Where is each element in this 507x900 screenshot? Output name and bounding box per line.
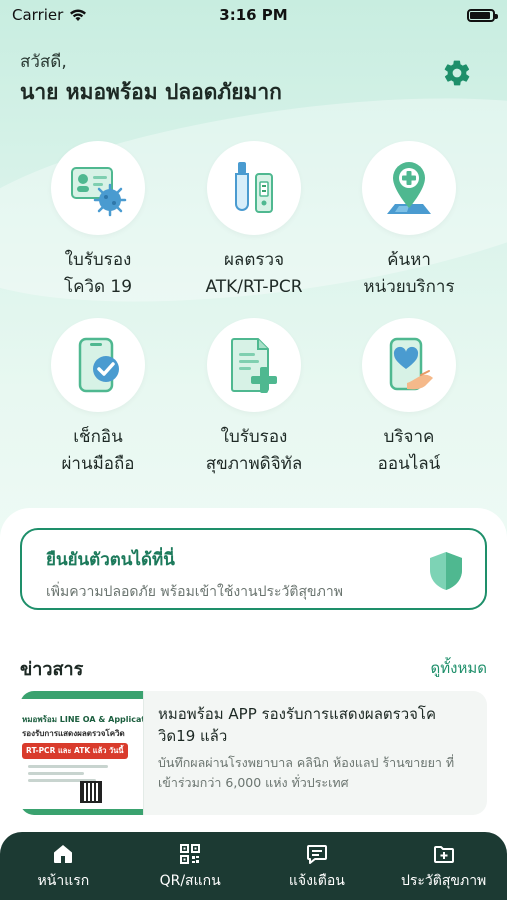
tab-notifications[interactable]: แจ้งเตือน [254,832,381,900]
service-label-line1: ใบรับรอง [220,427,288,447]
service-mobile-checkin[interactable]: เช็กอิน ผ่านมือถือ [23,318,173,478]
bottom-tab-bar: หน้าแรก QR/สแกน แจ้งเตือน ประวัติสุขภาพ [0,832,507,900]
service-icon-circle [51,141,145,235]
service-label-line2: ออนไลน์ [377,454,441,474]
tab-label: QR/สแกน [159,873,221,889]
service-icon-circle [207,318,301,412]
wifi-icon [70,9,87,21]
certificate-virus-icon [71,167,127,217]
verify-title: ยืนยันตัวตนได้ที่นี่ [46,550,175,570]
service-label-line2: โควิด 19 [63,277,133,297]
battery-icon [467,8,498,22]
thumbnail-heading: หมอพร้อม LINE OA & Application [22,715,144,724]
service-covid-certificate[interactable]: ใบรับรอง โควิด 19 [23,141,173,301]
news-thumbnail: หมอพร้อม LINE OA & Application รองรับการ… [20,691,144,815]
phone-check-icon [78,337,119,393]
service-label-line2: หน่วยบริการ [363,277,455,297]
service-online-donation[interactable]: บริจาค ออนไลน์ [334,318,484,478]
verify-identity-card[interactable]: ยืนยันตัวตนได้ที่นี่ เพิ่มความปลอดภัย พร… [20,528,487,610]
tab-label: หน้าแรก [37,873,90,889]
gear-icon [444,60,470,86]
service-find-facility[interactable]: ค้นหา หน่วยบริการ [334,141,484,301]
tab-health-history[interactable]: ประวัติสุขภาพ [380,832,507,900]
location-pin-icon [387,162,431,214]
tab-home[interactable]: หน้าแรก [0,832,127,900]
service-label-line1: ผลตรวจ [223,250,285,270]
donate-heart-icon [389,337,433,391]
carrier-label: Carrier [12,6,64,24]
tab-label: ประวัติสุขภาพ [400,873,487,889]
thumbnail-badge: RT-PCR และ ATK แล้ว วันนี้ [22,743,128,759]
status-bar: Carrier 3:16 PM [0,0,507,30]
service-label-line2: ATK/RT-PCR [205,277,303,297]
see-all-news-link[interactable]: ดูทั้งหมด [431,656,487,680]
health-folder-icon [433,846,454,863]
test-kit-icon [235,162,273,213]
thumbnail-subheading: รองรับการแสดงผลตรวจโควิด [22,729,125,738]
verify-subtitle: เพิ่มความปลอดภัย พร้อมเข้าใช้งานประวัติส… [46,584,343,600]
service-digital-health-certificate[interactable]: ใบรับรอง สุขภาพดิจิทัล [179,318,329,478]
service-icon-circle [362,141,456,235]
tab-label: แจ้งเตือน [288,873,345,889]
qr-code-icon [80,781,102,803]
service-label-line2: สุขภาพดิจิทัล [205,454,303,474]
tab-qr-scan[interactable]: QR/สแกน [127,832,254,900]
service-icon-circle [362,318,456,412]
service-icon-circle [51,318,145,412]
shield-icon [430,552,462,590]
qr-scan-icon [180,844,201,864]
news-headline: หมอพร้อม APP รองรับการแสดงผลตรวจโควิด19 … [158,705,437,745]
service-test-results[interactable]: ผลตรวจ ATK/RT-PCR [179,141,329,301]
greeting-text: สวัสดี, [20,52,67,72]
service-label-line1: ค้นหา [387,250,431,270]
home-icon [54,845,73,863]
settings-button[interactable] [440,56,474,90]
user-full-name: นาย หมอพร้อม ปลอดภัยมาก [20,80,282,104]
service-label-line2: ผ่านมือถือ [61,454,135,474]
service-label-line1: บริจาค [383,427,435,447]
service-label-line1: เช็กอิน [73,427,123,447]
message-icon [306,845,327,864]
service-icon-circle [207,141,301,235]
news-card[interactable]: หมอพร้อม LINE OA & Application รองรับการ… [20,691,487,815]
news-section-title: ข่าวสาร [20,659,84,680]
news-description: บันทึกผลผ่านโรงพยาบาล คลินิก ห้องแลป ร้า… [158,755,455,790]
service-label-line1: ใบรับรอง [64,250,132,270]
digital-health-doc-icon [231,338,277,393]
